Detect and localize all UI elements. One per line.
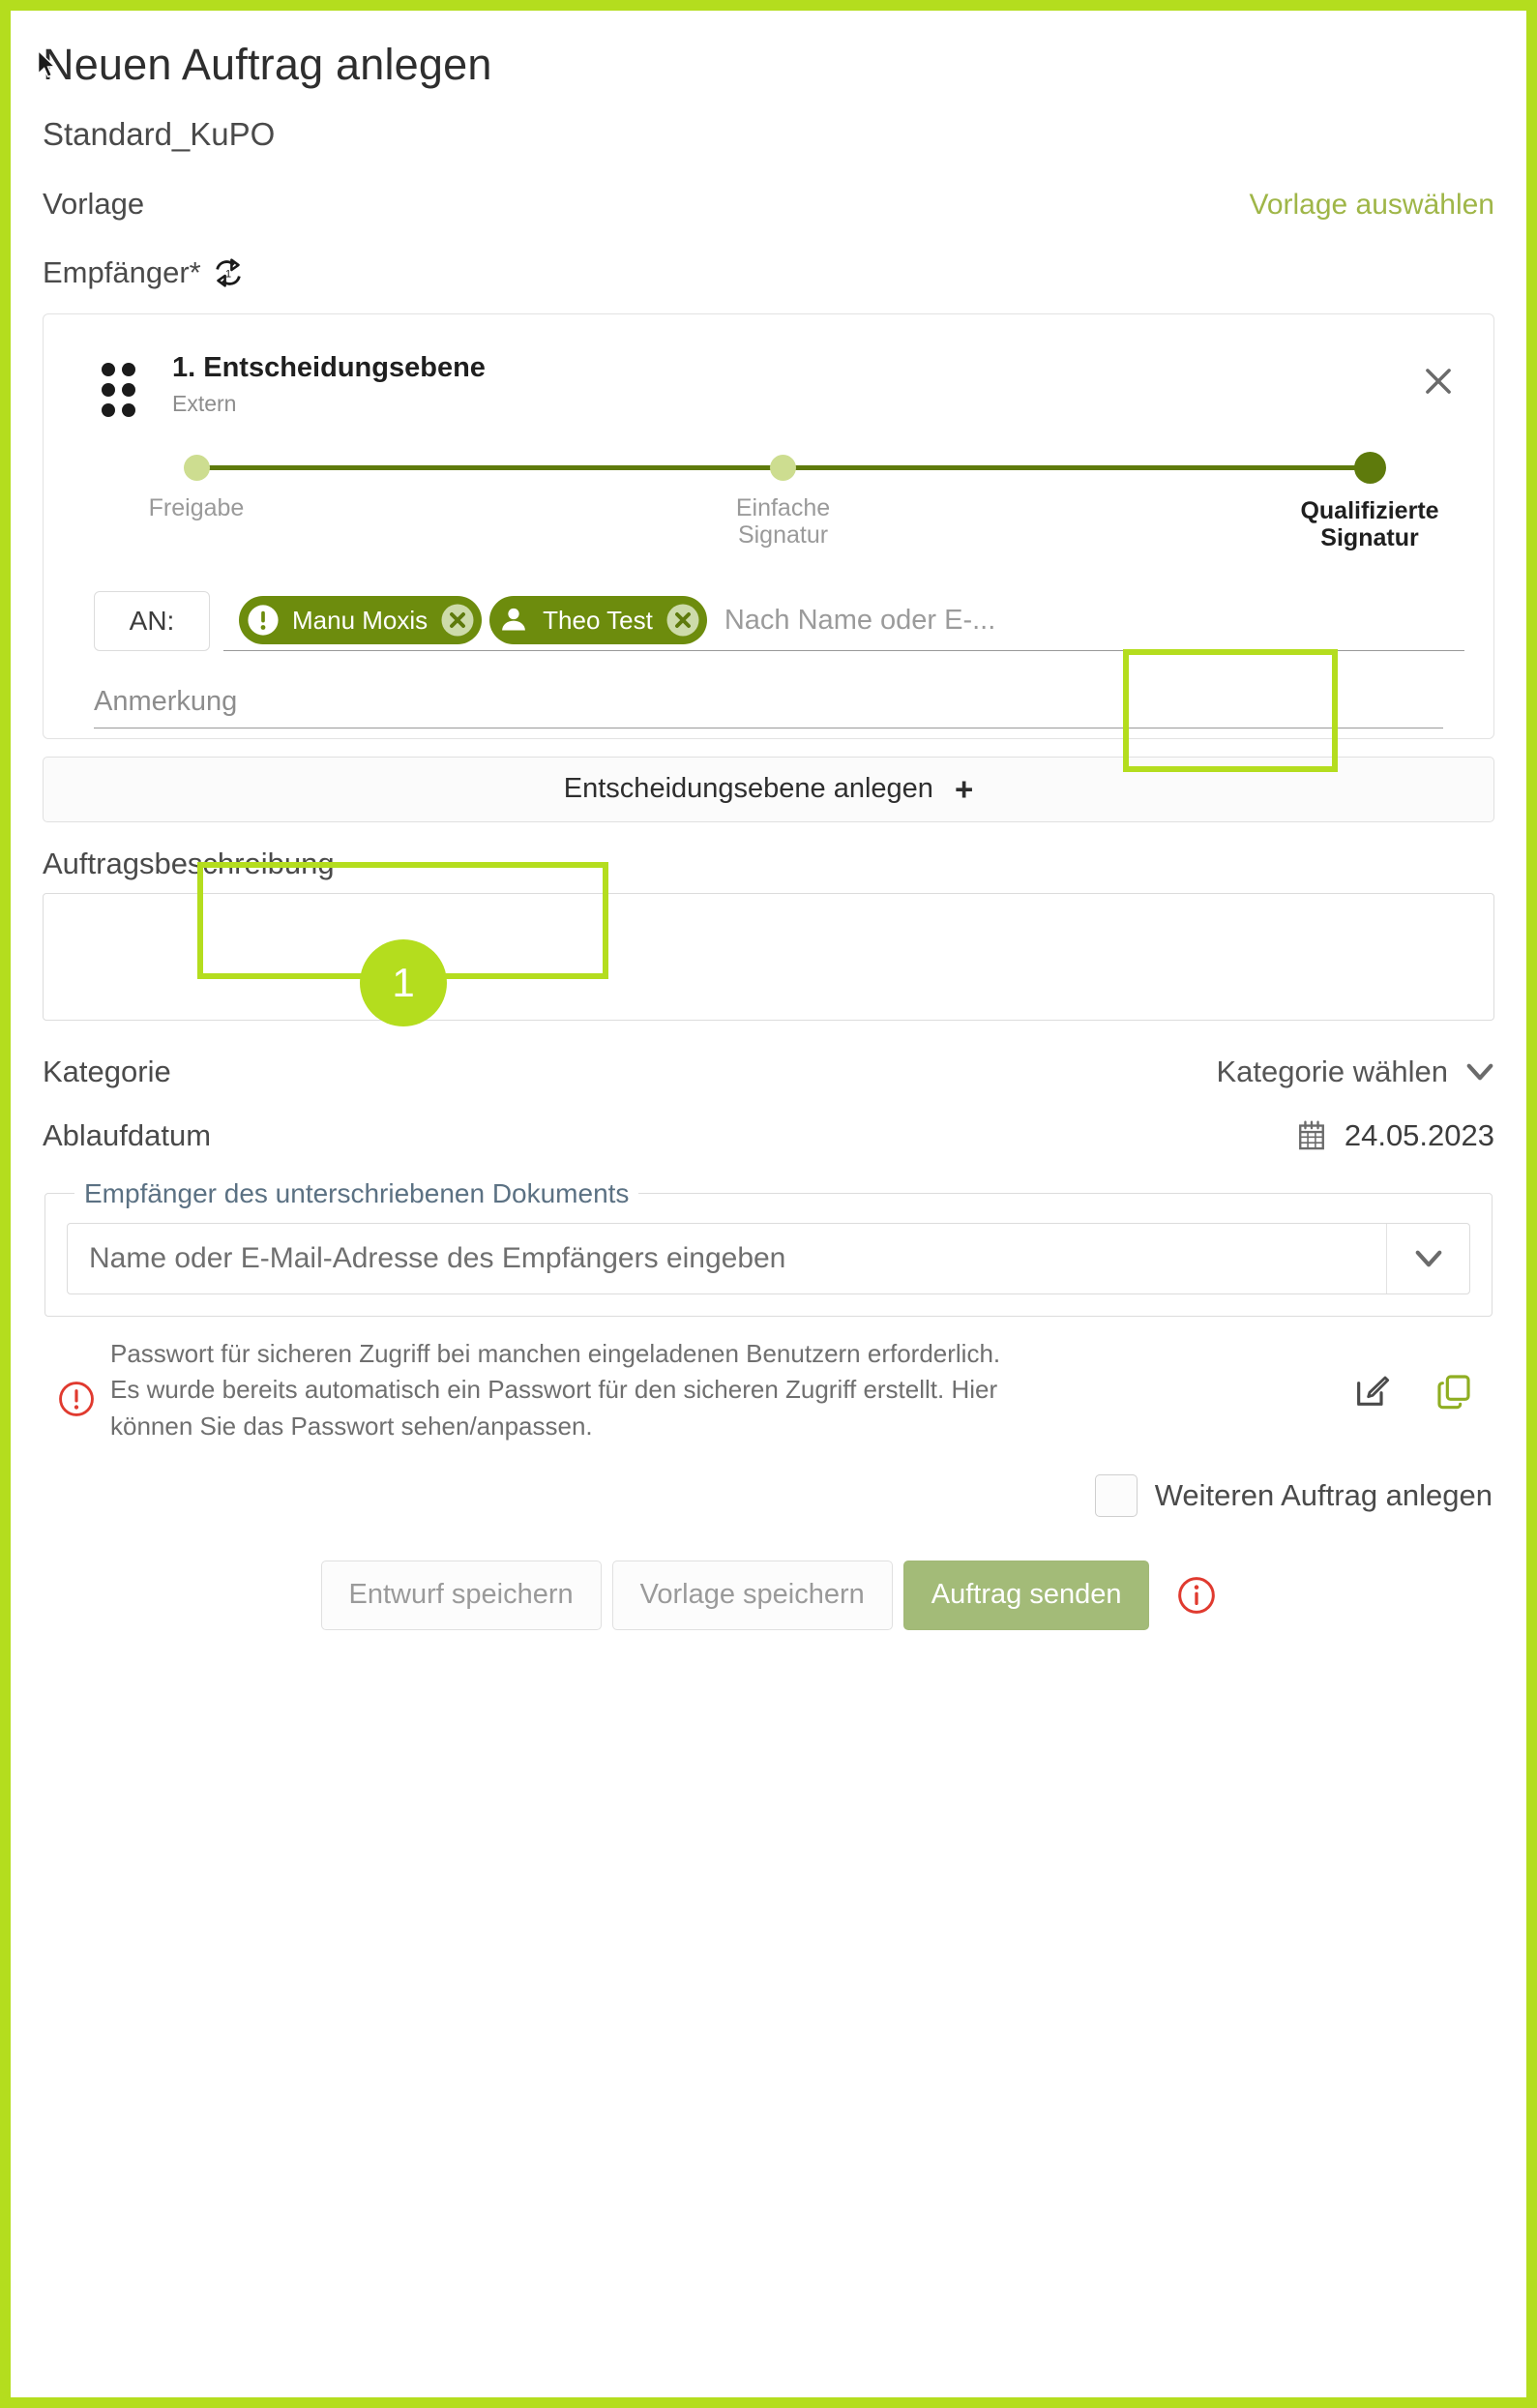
step-freigabe[interactable]: Freigabe bbox=[85, 450, 308, 521]
description-textarea[interactable] bbox=[43, 892, 1494, 1021]
recipient-chip-name: Theo Test bbox=[543, 605, 653, 635]
page-title: Neuen Auftrag anlegen bbox=[43, 40, 492, 89]
step-label-line1: Qualifizierte bbox=[1300, 496, 1439, 524]
expiry-label: Ablaufdatum bbox=[43, 1117, 212, 1152]
note-label: Anmerkung bbox=[94, 685, 238, 717]
app-frame: Neuen Auftrag anlegen Standard_KuPO Vorl… bbox=[0, 0, 1537, 2408]
recipients-label: Empfänger* bbox=[43, 254, 201, 289]
step-label: Einfache Signatur bbox=[672, 494, 895, 549]
recipient-chip[interactable]: Manu Moxis bbox=[239, 596, 483, 645]
mouse-cursor-icon bbox=[38, 49, 56, 78]
step-label-line1: Einfache bbox=[735, 493, 831, 521]
step-label: Qualifizierte Signatur bbox=[1258, 497, 1481, 551]
another-order-checkbox[interactable] bbox=[1094, 1473, 1138, 1517]
save-template-button[interactable]: Vorlage speichern bbox=[611, 1560, 893, 1630]
close-icon[interactable] bbox=[1420, 363, 1457, 400]
another-order-label: Weiteren Auftrag anlegen bbox=[1154, 1477, 1493, 1512]
select-arrow-area[interactable] bbox=[1386, 1223, 1469, 1293]
save-draft-button[interactable]: Entwurf speichern bbox=[320, 1560, 602, 1630]
add-decision-level-label: Entscheidungsebene anlegen bbox=[563, 773, 933, 805]
decision-level-card: 1. Entscheidungsebene Extern Freigabe Ei… bbox=[43, 312, 1494, 739]
drag-dots-icon[interactable] bbox=[102, 362, 135, 417]
person-icon bbox=[502, 609, 526, 631]
recipient-chips-field[interactable]: Manu Moxis Theo Test bbox=[223, 591, 1464, 651]
annotation-badge-1: 1 bbox=[360, 939, 447, 1026]
step-dot[interactable] bbox=[183, 454, 210, 481]
choose-template-link[interactable]: Vorlage auswählen bbox=[1249, 189, 1494, 222]
signed-document-recipient-placeholder: Name oder E-Mail-Adresse des Empfängers … bbox=[89, 1241, 786, 1274]
decision-level-title: 1. Entscheidungsebene bbox=[172, 351, 486, 383]
calendar-icon[interactable] bbox=[1296, 1119, 1327, 1152]
step-dot[interactable] bbox=[1353, 451, 1386, 484]
step-einfache-signatur[interactable]: Einfache Signatur bbox=[672, 450, 895, 549]
password-notice-line-1: Passwort für sicheren Zugriff bei manche… bbox=[110, 1338, 1001, 1368]
svg-text:1: 1 bbox=[225, 268, 231, 280]
remove-x-icon[interactable] bbox=[440, 603, 475, 638]
password-notice-line-3: können Sie das Passwort sehen/anpassen. bbox=[110, 1412, 593, 1442]
copy-icon[interactable] bbox=[1434, 1371, 1473, 1412]
footer-actions: Entwurf speichern Vorlage speichern Auft… bbox=[43, 1560, 1494, 1630]
signed-document-recipients-legend: Empfänger des unterschriebenen Dokuments bbox=[84, 1177, 630, 1208]
recipients-header: Empfänger* 1 bbox=[43, 255, 1494, 290]
an-label-pill[interactable]: AN: bbox=[94, 590, 210, 651]
decision-level-subtitle: Extern bbox=[172, 390, 237, 416]
recipient-row: AN: Manu Moxis Theo Test Nach Name oder … bbox=[73, 590, 1464, 651]
category-select[interactable]: Kategorie wählen bbox=[1216, 1055, 1494, 1089]
signed-document-recipient-select[interactable]: Name oder E-Mail-Adresse des Empfängers … bbox=[67, 1222, 1470, 1294]
category-row: Kategorie Kategorie wählen bbox=[43, 1055, 1494, 1089]
send-order-button[interactable]: Auftrag senden bbox=[902, 1560, 1150, 1630]
another-order-row: Weiteren Auftrag anlegen bbox=[43, 1473, 1494, 1517]
plus-icon: + bbox=[954, 771, 974, 808]
password-notice: Passwort für sicheren Zugriff bei manche… bbox=[43, 1336, 1494, 1445]
expiry-row: Ablaufdatum 24.05.2023 bbox=[43, 1118, 1494, 1153]
category-value: Kategorie wählen bbox=[1216, 1054, 1448, 1088]
chevron-down-icon bbox=[1466, 1063, 1493, 1081]
signature-level-stepper: Freigabe Einfache Signatur Qualifizierte… bbox=[149, 450, 1439, 566]
template-label: Vorlage bbox=[43, 186, 145, 221]
exclamation-circle-outline-icon bbox=[59, 1381, 94, 1416]
description-label: Auftragsbeschreibung bbox=[43, 846, 335, 880]
add-decision-level-button[interactable]: Entscheidungsebene anlegen + bbox=[43, 756, 1494, 822]
step-qualifizierte-signatur[interactable]: Qualifizierte Signatur bbox=[1258, 450, 1481, 551]
chevron-down-icon bbox=[1415, 1250, 1441, 1267]
sync-one-icon[interactable]: 1 bbox=[212, 256, 245, 289]
info-circle-icon[interactable] bbox=[1177, 1576, 1216, 1615]
template-row: Vorlage Vorlage auswählen bbox=[43, 187, 1494, 222]
recipient-search-input[interactable] bbox=[714, 603, 1464, 638]
expiry-date-value: 24.05.2023 bbox=[1344, 1117, 1494, 1152]
step-label: Freigabe bbox=[148, 493, 245, 521]
password-notice-line-2: Es wurde bereits automatisch ein Passwor… bbox=[110, 1375, 998, 1405]
step-label-line2: Signatur bbox=[1320, 523, 1419, 551]
expiry-date-picker[interactable]: 24.05.2023 bbox=[1296, 1118, 1494, 1153]
note-field[interactable]: Anmerkung bbox=[94, 686, 1443, 728]
step-label-line2: Signatur bbox=[737, 520, 829, 549]
recipient-chip[interactable]: Theo Test bbox=[489, 596, 707, 645]
remove-x-icon[interactable] bbox=[665, 603, 700, 638]
recipient-chip-name: Manu Moxis bbox=[292, 605, 429, 635]
category-label: Kategorie bbox=[43, 1054, 171, 1088]
exclamation-circle-icon bbox=[248, 605, 279, 636]
step-dot[interactable] bbox=[770, 454, 796, 481]
edit-pencil-icon[interactable] bbox=[1352, 1371, 1391, 1412]
signed-document-recipients-group: Empfänger des unterschriebenen Dokuments… bbox=[44, 1177, 1493, 1317]
order-template-name: Standard_KuPO bbox=[43, 115, 276, 152]
